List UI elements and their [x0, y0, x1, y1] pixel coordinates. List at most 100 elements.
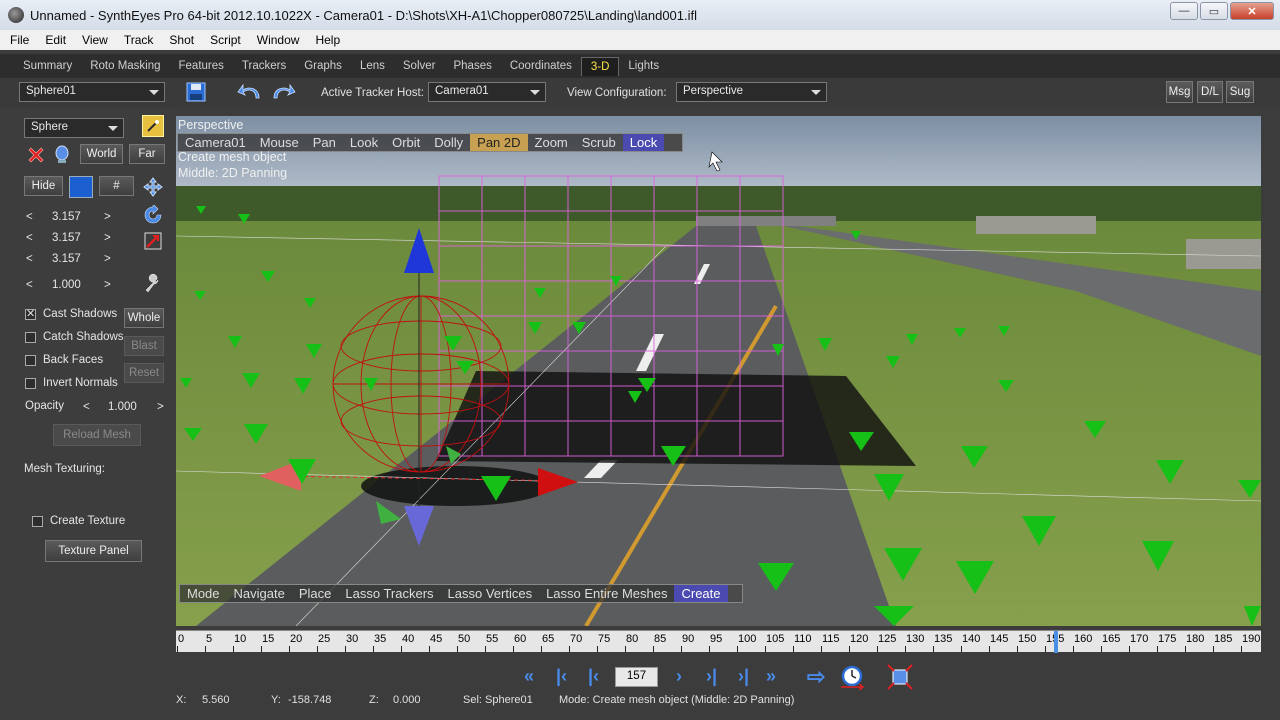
scale-z-increment[interactable]: > [104, 253, 111, 265]
camera-mode-orbit[interactable]: Orbit [385, 134, 427, 151]
mode-lasso-vertices[interactable]: Lasso Vertices [441, 585, 540, 602]
next-frame-icon[interactable]: › [676, 666, 682, 687]
redo-icon[interactable] [270, 81, 296, 103]
dl-button[interactable]: D/L [1197, 81, 1223, 103]
menu-file[interactable]: File [0, 33, 35, 47]
camera-mode-look[interactable]: Look [343, 134, 385, 151]
save-icon[interactable] [185, 81, 207, 103]
object-select[interactable]: Sphere01 [19, 82, 165, 102]
fit-view-icon[interactable] [886, 664, 914, 690]
invert-normals-checkbox[interactable] [25, 378, 36, 389]
opacity-increment[interactable]: > [157, 401, 164, 413]
cast-shadows-checkbox[interactable] [25, 307, 36, 320]
camera-mode-lock[interactable]: Lock [622, 134, 665, 151]
whole-button[interactable]: Whole [124, 308, 164, 328]
perspective-viewport[interactable]: Perspective Camera01 Mouse Pan Look Orbi… [176, 116, 1261, 626]
tab-coordinates[interactable]: Coordinates [501, 57, 581, 75]
follow-arrow-icon[interactable]: ⇨ [807, 664, 825, 690]
menu-window[interactable]: Window [247, 33, 306, 47]
prev-frame-icon[interactable]: |‹ [588, 666, 599, 687]
undo-icon[interactable] [237, 81, 263, 103]
far-button[interactable]: Far [129, 144, 165, 164]
mode-lasso-entire-meshes[interactable]: Lasso Entire Meshes [539, 585, 674, 602]
scale-x-decrement[interactable]: < [26, 211, 33, 223]
world-button[interactable]: World [80, 144, 123, 164]
mode-extra[interactable] [727, 585, 742, 602]
scale-y-value[interactable]: 3.157 [52, 232, 81, 244]
last-key-icon[interactable]: ›| [738, 666, 749, 687]
delete-icon[interactable] [25, 144, 47, 166]
texture-panel-button[interactable]: Texture Panel [45, 540, 142, 562]
scale-y-increment[interactable]: > [104, 232, 111, 244]
primitive-select[interactable]: Sphere [24, 118, 124, 138]
tab-trackers[interactable]: Trackers [233, 57, 295, 75]
lamp-icon[interactable] [52, 144, 72, 166]
hide-button[interactable]: Hide [24, 176, 63, 196]
view-config-select[interactable]: Perspective [676, 82, 827, 102]
scale-tool-icon[interactable] [142, 230, 164, 252]
menu-shot[interactable]: Shot [159, 33, 200, 47]
catch-shadows-checkbox[interactable] [25, 332, 36, 343]
tab-phases[interactable]: Phases [444, 57, 500, 75]
back-faces-checkbox[interactable] [25, 355, 36, 366]
color-swatch[interactable] [69, 176, 93, 198]
scale-x-increment[interactable]: > [104, 211, 111, 223]
scale-x-value[interactable]: 3.157 [52, 211, 81, 223]
msg-button[interactable]: Msg [1166, 81, 1193, 103]
opacity-decrement[interactable]: < [83, 401, 90, 413]
frame-number-input[interactable]: 157 [615, 667, 658, 687]
tab-lens[interactable]: Lens [351, 57, 394, 75]
tab-3d[interactable]: 3-D [580, 56, 620, 76]
camera-mode-pan[interactable]: Pan [306, 134, 343, 151]
sug-button[interactable]: Sug [1226, 81, 1254, 103]
camera-mode-camera01[interactable]: Camera01 [178, 134, 253, 151]
timeline-current-frame-marker[interactable] [1054, 631, 1059, 653]
camera-mode-extra[interactable] [664, 134, 683, 151]
move-tool-icon[interactable] [142, 176, 164, 198]
camera-mode-scrub[interactable]: Scrub [575, 134, 623, 151]
tab-summary[interactable]: Summary [14, 57, 81, 75]
scale-z-decrement[interactable]: < [26, 253, 33, 265]
tab-features[interactable]: Features [170, 57, 233, 75]
first-key-icon[interactable]: |‹ [556, 666, 567, 687]
tab-graphs[interactable]: Graphs [295, 57, 351, 75]
tab-solver[interactable]: Solver [394, 57, 445, 75]
rotate-tool-icon[interactable] [142, 204, 164, 226]
reload-mesh-button[interactable]: Reload Mesh [53, 424, 141, 446]
uniform-increment[interactable]: > [104, 279, 111, 291]
playback-speed-icon[interactable] [838, 664, 866, 690]
menu-script[interactable]: Script [200, 33, 247, 47]
blast-button[interactable]: Blast [124, 336, 164, 356]
scale-y-decrement[interactable]: < [26, 232, 33, 244]
create-texture-checkbox[interactable] [32, 516, 43, 527]
mode-create[interactable]: Create [674, 585, 728, 602]
minimize-button[interactable]: — [1170, 2, 1198, 20]
opacity-value[interactable]: 1.000 [108, 401, 137, 413]
mode-place[interactable]: Place [292, 585, 339, 602]
magic-wand-icon[interactable] [142, 115, 164, 137]
reset-button[interactable]: Reset [124, 363, 164, 383]
close-button[interactable]: ✕ [1230, 2, 1274, 20]
mode-navigate[interactable]: Navigate [227, 585, 292, 602]
fast-forward-icon[interactable]: » [766, 666, 776, 687]
active-tracker-host-select[interactable]: Camera01 [428, 82, 546, 102]
scale-z-value[interactable]: 3.157 [52, 253, 81, 265]
camera-mode-zoom[interactable]: Zoom [528, 134, 575, 151]
camera-mode-pan-2d[interactable]: Pan 2D [470, 134, 528, 151]
wrench-icon[interactable] [142, 272, 164, 294]
tab-roto-masking[interactable]: Roto Masking [81, 57, 169, 75]
maximize-button[interactable]: ▭ [1200, 2, 1228, 20]
hash-button[interactable]: # [99, 176, 134, 196]
camera-mode-mouse[interactable]: Mouse [253, 134, 306, 151]
menu-help[interactable]: Help [305, 33, 346, 47]
uniform-value[interactable]: 1.000 [52, 279, 81, 291]
timeline-bar[interactable]: 0 5 10 15 20 25 30 35 40 45 50 55 60 65 70 75 80 85 90 95 10… [176, 630, 1261, 653]
rewind-start-icon[interactable]: « [524, 666, 534, 687]
camera-mode-dolly[interactable]: Dolly [427, 134, 470, 151]
menu-edit[interactable]: Edit [35, 33, 72, 47]
next-key-icon[interactable]: ›| [706, 666, 717, 687]
tab-lights[interactable]: Lights [619, 57, 668, 75]
mode-lasso-trackers[interactable]: Lasso Trackers [338, 585, 440, 602]
menu-track[interactable]: Track [114, 33, 160, 47]
menu-view[interactable]: View [72, 33, 114, 47]
